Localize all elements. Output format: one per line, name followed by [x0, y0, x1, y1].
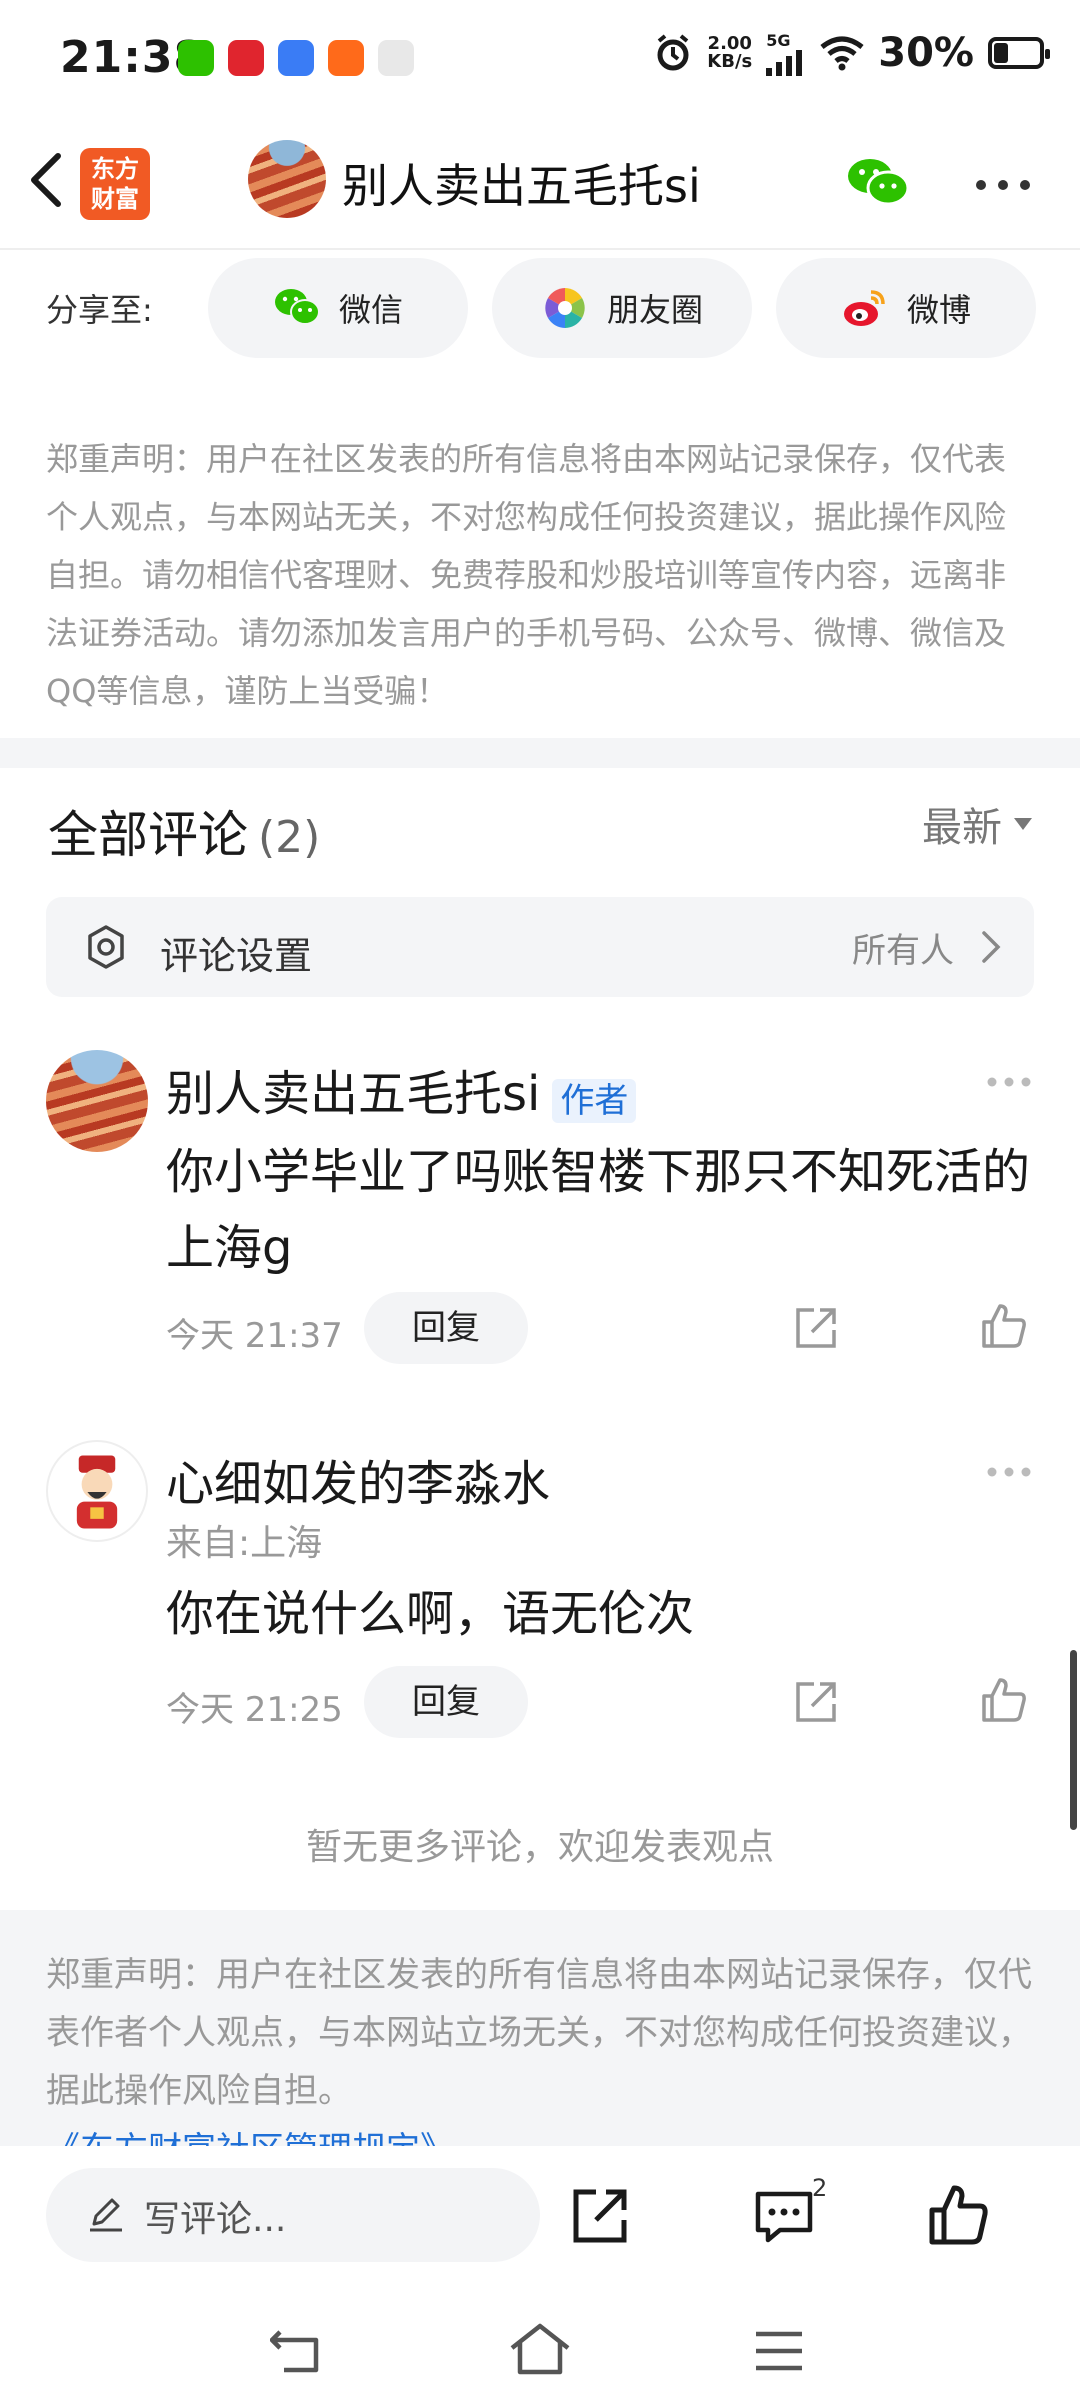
wechat-icon	[274, 289, 320, 325]
page-title[interactable]: 别人卖出五毛托si	[342, 150, 701, 216]
author-badge: 作者	[552, 1078, 637, 1123]
share-wechat-button[interactable]: 微信	[208, 258, 468, 358]
share-label: 分享至:	[46, 291, 153, 329]
scrollbar[interactable]	[1070, 1650, 1077, 1830]
status-right: 2.00 KB/s 5G 30%	[653, 30, 1050, 76]
share-moments-button[interactable]: 朋友圈	[492, 258, 752, 358]
commenter-avatar[interactable]	[46, 1050, 148, 1152]
wechat-share-icon[interactable]	[846, 156, 910, 208]
battery-icon	[988, 37, 1050, 69]
alarm-icon	[657, 34, 689, 71]
system-nav-bar	[0, 2284, 1080, 2408]
wifi-icon	[820, 36, 864, 71]
comment-more-icon[interactable]	[986, 1466, 1032, 1478]
reply-button[interactable]: 回复	[364, 1666, 528, 1738]
commenter-name[interactable]: 别人卖出五毛托si 作者	[166, 1054, 637, 1124]
comment-body: 你在说什么啊，语无伦次	[166, 1586, 695, 1642]
eastmoney-logo[interactable]: 东方 财富	[80, 148, 150, 220]
share-icon[interactable]	[792, 1304, 840, 1352]
comment-time: 今天 21:37	[166, 1316, 343, 1356]
comments-title: 全部评论 (2)	[48, 806, 321, 864]
comment-more-icon[interactable]	[986, 1076, 1032, 1088]
settings-label: 评论设置	[160, 934, 313, 978]
section-divider	[0, 738, 1080, 768]
chevron-right-icon	[982, 931, 1001, 963]
caishen-avatar-icon	[76, 1455, 118, 1529]
commenter-name[interactable]: 心细如发的李淼水	[166, 1444, 550, 1514]
comment-settings-bar[interactable]: 评论设置 所有人	[46, 897, 1034, 997]
sort-dropdown[interactable]: 最新	[922, 795, 1032, 853]
sort-label: 最新	[922, 805, 1002, 851]
signal-group: 5G	[766, 31, 806, 76]
network-type: 5G	[766, 30, 791, 50]
commenter-avatar[interactable]	[46, 1440, 148, 1542]
status-bar: 21:38 2.00 KB/s 5G 30%	[0, 0, 1080, 120]
comments-count: (2)	[258, 812, 321, 863]
write-comment-placeholder: 写评论...	[144, 2199, 287, 2240]
battery-percent: 30%	[878, 30, 974, 76]
status-app-icons	[178, 40, 414, 76]
share-moments-label: 朋友圈	[606, 291, 703, 329]
commenter-location: 来自:上海	[166, 1523, 323, 1564]
wechat-icon	[178, 40, 214, 76]
like-icon[interactable]	[980, 1676, 1028, 1724]
nav-home-icon[interactable]	[508, 2322, 572, 2378]
author-avatar[interactable]	[248, 140, 326, 218]
reply-button[interactable]: 回复	[364, 1292, 528, 1364]
disclaimer-bottom: 郑重声明：用户在社区发表的所有信息将由本网站记录保存，仅代表作者个人观点，与本网…	[46, 1955, 1032, 2111]
app-orange-icon	[328, 40, 364, 76]
more-icon[interactable]	[975, 178, 1031, 192]
no-more-comments: 暂无更多评论，欢迎发表观点	[305, 1827, 774, 1868]
bottom-toolbar: 写评论... 2	[0, 2146, 1080, 2284]
comment-count-badge: 2	[812, 2174, 828, 2202]
share-weibo-label: 微博	[906, 291, 971, 329]
community-rules-link[interactable]: 《东方财富社区管理规定》	[46, 2122, 454, 2146]
top-header: 东方 财富 别人卖出五毛托si	[0, 120, 1080, 250]
settings-value: 所有人	[852, 931, 954, 971]
like-icon[interactable]	[928, 2184, 990, 2246]
weibo-icon	[843, 290, 885, 326]
net-speed: 2.00 KB/s	[707, 33, 753, 72]
share-weibo-button[interactable]: 微博	[776, 258, 1036, 358]
like-icon[interactable]	[980, 1302, 1028, 1350]
comment-body: 你小学毕业了吗账智楼下那只不知死活的上海g	[166, 1144, 1031, 1276]
maps-icon	[378, 40, 414, 76]
disclaimer-top: 郑重声明：用户在社区发表的所有信息将由本网站记录保存，仅代表个人观点，与本网站无…	[46, 440, 1007, 710]
nav-back-icon[interactable]	[270, 2328, 326, 2376]
signal-icon	[766, 49, 803, 76]
write-comment-input[interactable]: 写评论...	[46, 2168, 540, 2262]
caret-down-icon	[1014, 818, 1032, 830]
share-icon[interactable]	[792, 1678, 840, 1726]
comment-time: 今天 21:25	[166, 1690, 343, 1730]
nav-menu-icon[interactable]	[754, 2330, 804, 2372]
pencil-icon	[90, 2198, 122, 2232]
taobao-icon	[228, 40, 264, 76]
gear-icon	[88, 925, 124, 969]
share-wechat-label: 微信	[338, 291, 403, 329]
moments-icon	[545, 288, 585, 328]
back-icon[interactable]	[22, 150, 72, 210]
comment-icon[interactable]	[754, 2188, 814, 2244]
app-blue-icon	[278, 40, 314, 76]
share-icon[interactable]	[570, 2186, 630, 2246]
